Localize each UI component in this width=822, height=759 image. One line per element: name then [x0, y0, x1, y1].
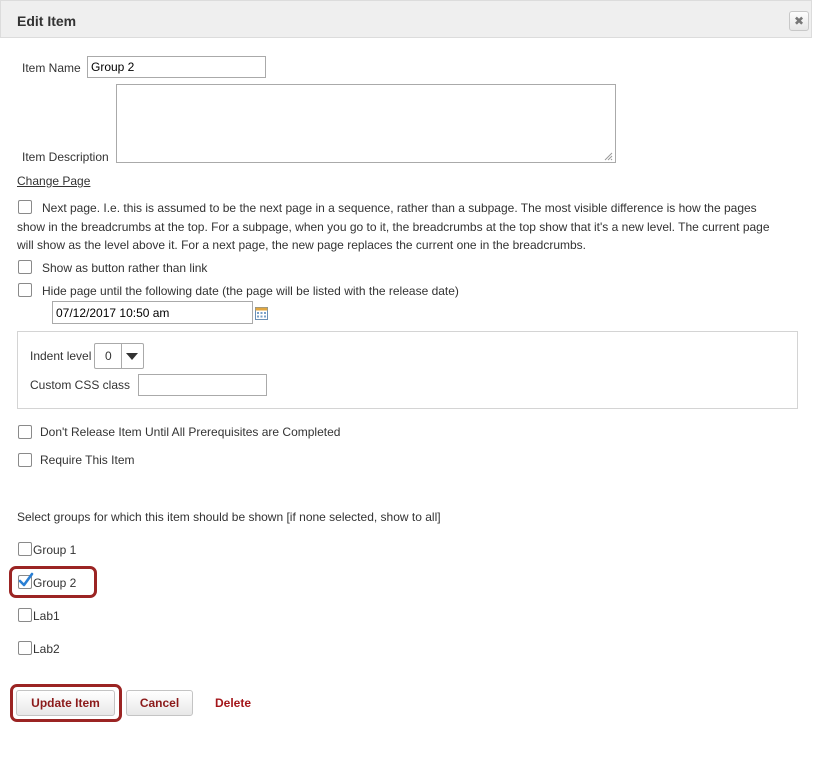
- item-name-label: Item Name: [22, 61, 81, 75]
- item-description-label: Item Description: [22, 150, 109, 164]
- dialog-titlebar: Edit Item ✖: [0, 0, 812, 38]
- hide-page-checkbox[interactable]: [18, 283, 32, 297]
- show-as-button-checkbox[interactable]: [18, 260, 32, 274]
- dialog-title: Edit Item: [17, 13, 77, 29]
- chevron-down-icon: [126, 353, 138, 360]
- show-as-button-label: Show as button rather than link: [42, 261, 208, 275]
- group-checkbox[interactable]: [18, 542, 32, 556]
- item-description-textarea[interactable]: [116, 84, 616, 163]
- cancel-button[interactable]: Cancel: [126, 690, 193, 716]
- prerequisites-checkbox[interactable]: [18, 425, 32, 439]
- custom-css-label: Custom CSS class: [30, 378, 131, 392]
- prerequisites-label: Don't Release Item Until All Prerequisit…: [40, 425, 341, 439]
- release-date-input[interactable]: [52, 301, 253, 324]
- delete-link[interactable]: Delete: [215, 696, 251, 710]
- group-checkbox[interactable]: [18, 641, 32, 655]
- close-icon[interactable]: ✖: [789, 11, 809, 31]
- require-item-checkbox[interactable]: [18, 453, 32, 467]
- hide-page-label: Hide page until the following date (the …: [42, 284, 459, 298]
- group-label: Lab2: [33, 642, 60, 656]
- calendar-icon[interactable]: [255, 307, 268, 320]
- groups-heading: Select groups for which this item should…: [17, 510, 441, 524]
- require-item-label: Require This Item: [40, 453, 135, 467]
- indent-level-label: Indent level: [30, 349, 92, 363]
- change-page-link[interactable]: Change Page: [17, 174, 90, 188]
- update-item-button[interactable]: Update Item: [16, 690, 115, 716]
- custom-css-input[interactable]: [138, 374, 267, 396]
- item-name-input[interactable]: [87, 56, 266, 78]
- indent-level-value: 0: [105, 349, 112, 363]
- resize-grip-icon[interactable]: [604, 152, 613, 161]
- group-label: Lab1: [33, 609, 60, 623]
- indent-level-select[interactable]: 0: [94, 343, 144, 369]
- group-checkbox[interactable]: [18, 608, 32, 622]
- next-page-label: Next page. I.e. this is assumed to be th…: [17, 201, 770, 252]
- group-label: Group 1: [33, 543, 77, 557]
- group-label: Group 2: [33, 576, 77, 590]
